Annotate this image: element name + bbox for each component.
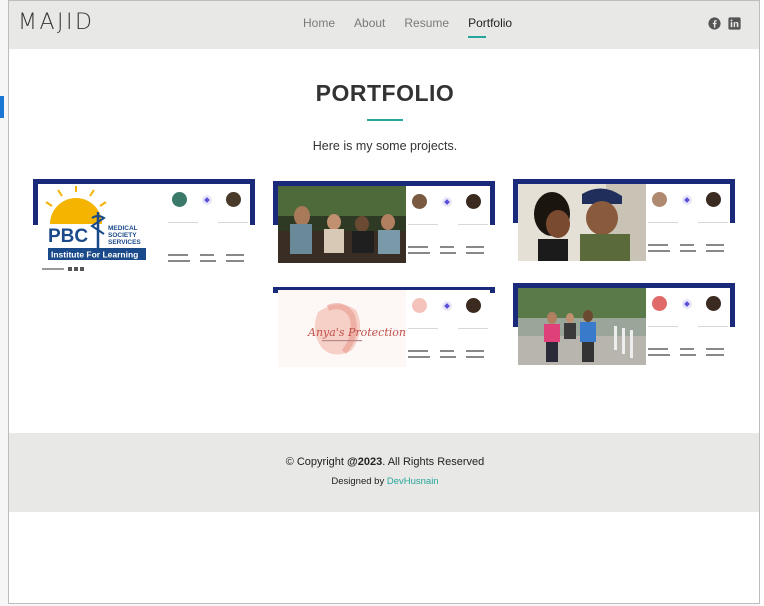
couple-photo-image — [518, 184, 646, 261]
social-links — [708, 17, 741, 30]
copyright-year: @2023 — [346, 456, 383, 468]
svg-text:SERVICES: SERVICES — [108, 239, 141, 246]
copyright-prefix: © Copyright — [285, 456, 347, 468]
svg-text:Institute For Learning: Institute For Learning — [51, 250, 138, 260]
title-underline — [367, 119, 403, 121]
walking-group-image — [518, 288, 646, 365]
svg-text:PBC: PBC — [48, 226, 88, 247]
nav-resume[interactable]: Resume — [404, 16, 449, 36]
nav-about[interactable]: About — [354, 16, 385, 36]
section-title: PORTFOLIO — [315, 80, 455, 106]
portfolio-card-walking[interactable] — [513, 283, 735, 365]
section-subtitle: Here is my some projects. — [312, 139, 458, 153]
background-right-edge — [760, 0, 764, 606]
main-nav: Home About Resume Portfolio — [303, 16, 531, 38]
nav-home[interactable]: Home — [303, 16, 335, 36]
facebook-icon[interactable] — [708, 17, 721, 30]
svg-text:SOCIETY: SOCIETY — [108, 232, 137, 239]
nav-portfolio[interactable]: Portfolio — [468, 16, 512, 38]
designer-link[interactable]: DevHusnain — [387, 476, 439, 487]
portfolio-card-group[interactable] — [273, 181, 495, 263]
portfolio-window: MAJID Home About Resume Portfolio PORTFO… — [8, 0, 760, 604]
footer: © Copyright @2023. All Rights Reserved D… — [9, 433, 759, 512]
svg-text:MEDICAL: MEDICAL — [108, 225, 138, 232]
designed-by-text: Designed by DevHusnain — [9, 476, 759, 487]
background-tab-indicator — [0, 96, 4, 118]
linkedin-icon[interactable] — [728, 17, 741, 30]
site-logo[interactable]: MAJID — [18, 10, 94, 35]
svg-text:Anya's Protection Inc.: Anya's Protection Inc. — [307, 326, 406, 339]
portfolio-card-couple[interactable] — [513, 179, 735, 261]
copyright-suffix: . All Rights Reserved — [382, 456, 485, 468]
navbar: MAJID Home About Resume Portfolio — [9, 1, 759, 49]
group-photo-image — [278, 186, 406, 263]
pbc-logo-image: PBC MEDICAL SOCIETY SERVICES Institute F… — [38, 184, 166, 274]
copyright-text: © Copyright @2023. All Rights Reserved — [9, 456, 759, 468]
portfolio-card-pbc[interactable]: PBC MEDICAL SOCIETY SERVICES Institute F… — [33, 179, 255, 279]
anyas-protection-logo-image: Anya's Protection Inc. — [278, 290, 406, 367]
portfolio-card-anyas[interactable]: Anya's Protection Inc. — [273, 287, 495, 369]
designed-by-prefix: Designed by — [331, 476, 387, 487]
